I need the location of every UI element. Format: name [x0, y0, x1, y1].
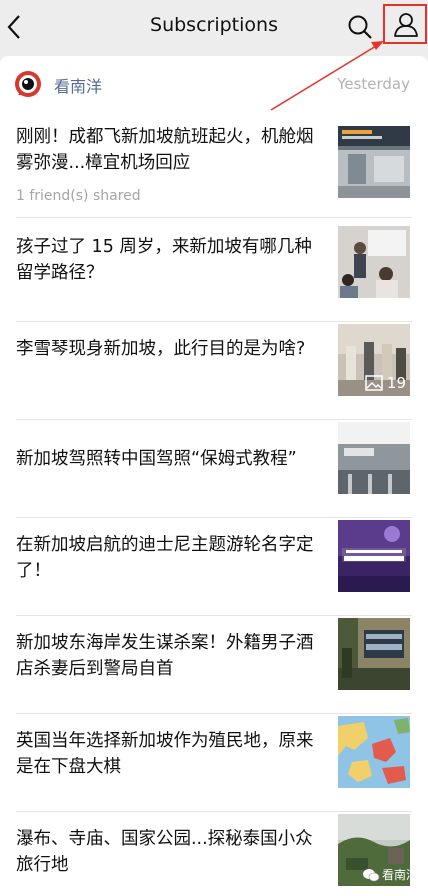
subscription-card: 看南洋 Yesterday 刚刚！成都飞新加坡航班起火，机舱烟雾弥漫...樟宜机…: [0, 56, 428, 896]
article-title: 孩子过了 15 周岁，来新加坡有哪几种留学路径？: [16, 237, 312, 283]
image-icon: [365, 375, 383, 391]
divider: [16, 217, 412, 218]
divider: [16, 811, 412, 812]
divider: [16, 517, 412, 518]
profile-button[interactable]: [383, 4, 427, 44]
article-thumbnail: [338, 716, 410, 788]
article-title: 刚刚！成都飞新加坡航班起火，机舱烟雾弥漫...樟宜机场回应: [16, 127, 314, 173]
article-title: 英国当年选择新加坡作为殖民地，原来是在下盘大棋: [16, 731, 314, 777]
article-title: 新加坡东海岸发生谋杀案！外籍男子酒店杀妻后到警局自首: [16, 633, 314, 679]
wechat-icon: [363, 868, 380, 881]
divider: [16, 321, 412, 322]
divider: [16, 615, 412, 616]
watermark: 看南洋: [362, 866, 418, 883]
article-title: 瀑布、寺庙、国家公园...探秘泰国小众旅行地: [16, 829, 313, 875]
article-thumbnail: [338, 126, 410, 198]
article-item[interactable]: 新加坡驾照转中国驾照“保姆式教程”: [16, 422, 412, 520]
account-logo-icon: [15, 71, 41, 97]
top-bar: Subscriptions: [0, 0, 428, 56]
article-item[interactable]: 瀑布、寺庙、国家公园...探秘泰国小众旅行地: [16, 814, 412, 896]
article-title: 新加坡驾照转中国驾照“保姆式教程”: [16, 449, 297, 469]
image-count-value: 19: [386, 374, 406, 392]
article-thumbnail: [338, 422, 410, 494]
article-thumbnail: [338, 618, 410, 690]
article-title: 在新加坡启航的迪士尼主题游轮名字定了！: [16, 535, 314, 581]
person-icon: [394, 13, 418, 37]
article-item[interactable]: 李雪琴现身新加坡，此行目的是为啥? 19: [16, 324, 412, 422]
account-time: Yesterday: [337, 75, 410, 93]
article-item[interactable]: 在新加坡启航的迪士尼主题游轮名字定了！: [16, 520, 412, 618]
image-count: 19: [365, 374, 406, 392]
article-thumbnail: [338, 226, 410, 298]
divider: [16, 713, 412, 714]
watermark-text: 看南洋: [382, 868, 419, 882]
article-item[interactable]: 英国当年选择新加坡作为殖民地，原来是在下盘大棋: [16, 716, 412, 814]
article-title: 李雪琴现身新加坡，此行目的是为啥?: [16, 339, 306, 359]
article-thumbnail: 19: [338, 324, 410, 396]
article-thumbnail: [338, 520, 410, 592]
article-item[interactable]: 孩子过了 15 周岁，来新加坡有哪几种留学路径？: [16, 226, 412, 324]
search-button[interactable]: [346, 13, 374, 41]
article-item[interactable]: 刚刚！成都飞新加坡航班起火，机舱烟雾弥漫...樟宜机场回应 1 friend(s…: [16, 124, 412, 218]
account-avatar[interactable]: [13, 69, 43, 99]
article-item[interactable]: 新加坡东海岸发生谋杀案！外籍男子酒店杀妻后到警局自首: [16, 618, 412, 716]
divider: [16, 419, 412, 420]
account-name[interactable]: 看南洋: [54, 73, 102, 97]
article-share-note: 1 friend(s) shared: [16, 188, 141, 204]
search-icon: [348, 15, 372, 39]
